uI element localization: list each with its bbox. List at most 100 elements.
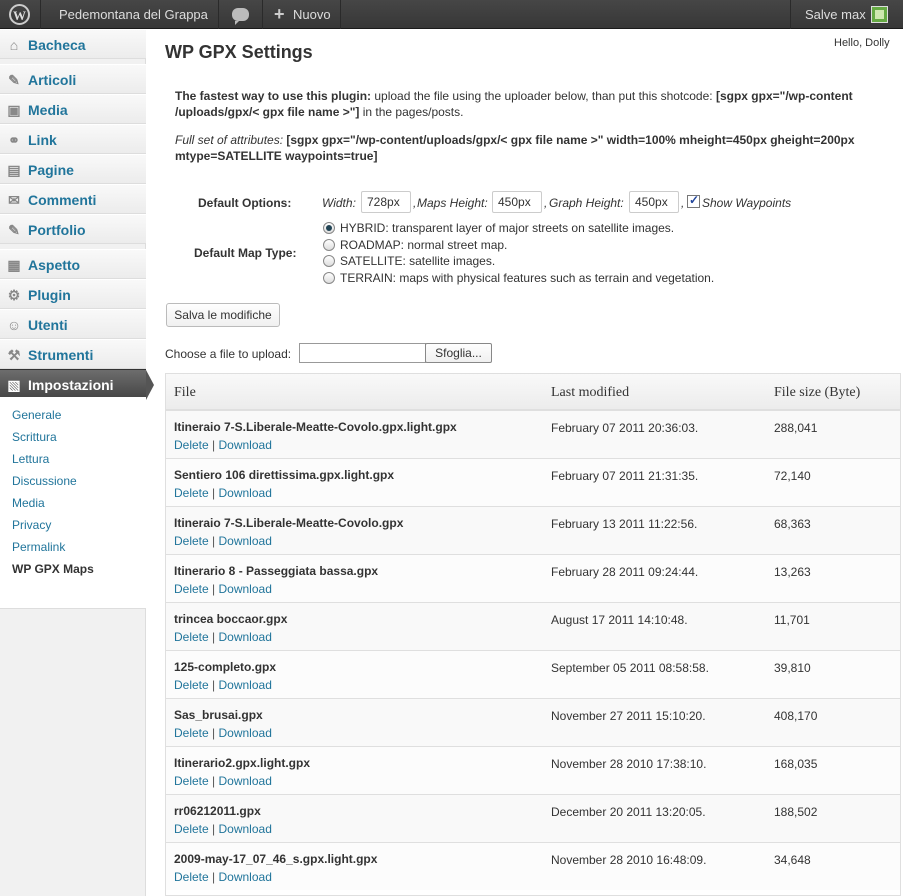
column-header-file-size[interactable]: File size (Byte) bbox=[774, 385, 860, 401]
comments-icon[interactable] bbox=[232, 8, 249, 25]
file-size: 168,035 bbox=[774, 757, 818, 771]
row-actions: Delete | Download bbox=[174, 486, 272, 500]
download-link[interactable]: Download bbox=[219, 774, 272, 788]
action-separator: | bbox=[212, 774, 216, 788]
admin-bar-divider bbox=[262, 0, 263, 29]
full-set-label: Full set of attributes: bbox=[175, 133, 284, 147]
delete-link[interactable]: Delete bbox=[174, 582, 209, 596]
page-title: WP GPX Settings bbox=[165, 42, 313, 62]
files-table: File Last modified File size (Byte) Itin… bbox=[165, 373, 901, 896]
row-actions: Delete | Download bbox=[174, 534, 272, 548]
sidebar-item-pagine[interactable]: ▤ Pagine bbox=[0, 154, 146, 184]
column-header-last-modified[interactable]: Last modified bbox=[551, 385, 629, 401]
sidebar-item-bacheca[interactable]: ⌂ Bacheca bbox=[0, 29, 146, 59]
sidebar-item-utenti[interactable]: ☺ Utenti bbox=[0, 309, 146, 339]
wordpress-logo-icon[interactable]: W bbox=[9, 4, 30, 25]
delete-link[interactable]: Delete bbox=[174, 726, 209, 740]
submenu-wp-gpx-maps[interactable]: WP GPX Maps bbox=[12, 561, 94, 577]
file-name: Itinerario2.gpx.light.gpx bbox=[174, 756, 311, 770]
delete-link[interactable]: Delete bbox=[174, 438, 209, 452]
table-row: trincea boccaor.gpx Delete | Download Augu… bbox=[166, 602, 900, 650]
submenu-privacy[interactable]: Privacy bbox=[12, 517, 51, 533]
download-link[interactable]: Download bbox=[219, 822, 272, 836]
sidebar-item-impostazioni[interactable]: ▧ Impostazioni bbox=[0, 369, 154, 400]
table-row: 2009-may-17_07_46_s.gpx.light.gpx Delete … bbox=[166, 842, 900, 890]
download-link[interactable]: Download bbox=[219, 438, 272, 452]
download-link[interactable]: Download bbox=[219, 870, 272, 884]
sidebar-item-strumenti[interactable]: ⚒ Strumenti bbox=[0, 339, 146, 369]
settings-icon: ▧ bbox=[7, 377, 21, 393]
comma-separator: , bbox=[413, 196, 417, 210]
pin-icon: ✎ bbox=[8, 222, 20, 238]
file-path-field[interactable] bbox=[299, 343, 426, 363]
download-link[interactable]: Download bbox=[219, 582, 272, 596]
delete-link[interactable]: Delete bbox=[174, 534, 209, 548]
delete-link[interactable]: Delete bbox=[174, 870, 209, 884]
show-waypoints-checkbox[interactable] bbox=[687, 193, 700, 208]
table-row: rr06212011.gpx Delete | Download December … bbox=[166, 794, 900, 842]
download-link[interactable]: Download bbox=[219, 534, 272, 548]
comment-icon: ✉ bbox=[8, 192, 20, 208]
maps-height-input[interactable] bbox=[492, 191, 542, 213]
file-name: 2009-may-17_07_46_s.gpx.light.gpx bbox=[174, 852, 378, 866]
table-row: Itineraio 7-S.Liberale-Meatte-Covolo.gpx… bbox=[166, 506, 900, 554]
download-link[interactable]: Download bbox=[219, 486, 272, 500]
radio-terrain[interactable] bbox=[323, 272, 335, 284]
graph-height-input[interactable] bbox=[629, 191, 679, 213]
sidebar-item-aspetto[interactable]: ▦ Aspetto bbox=[0, 249, 146, 279]
sidebar-item-label: Link bbox=[28, 132, 57, 148]
submenu-permalink[interactable]: Permalink bbox=[12, 539, 65, 555]
delete-link[interactable]: Delete bbox=[174, 774, 209, 788]
download-link[interactable]: Download bbox=[219, 726, 272, 740]
sidebar-item-link[interactable]: ⚭ Link bbox=[0, 124, 146, 154]
save-button[interactable]: Salva le modifiche bbox=[166, 303, 280, 327]
sidebar-item-label: Pagine bbox=[28, 162, 74, 178]
radio-satellite[interactable] bbox=[323, 255, 335, 267]
admin-bar-divider bbox=[218, 0, 219, 29]
comma-separator: , bbox=[544, 196, 548, 210]
new-content-link[interactable]: Nuovo bbox=[293, 0, 331, 29]
radio-hybrid[interactable] bbox=[323, 222, 335, 234]
admin-sidebar: ⌂ Bacheca ✎ Articoli ▣ Media ⚭ Link ▤ Pagine … bbox=[0, 29, 154, 896]
width-input[interactable] bbox=[361, 191, 411, 213]
action-separator: | bbox=[212, 534, 216, 548]
file-date: November 28 2010 16:48:09. bbox=[551, 853, 707, 867]
row-actions: Delete | Download bbox=[174, 438, 272, 452]
media-icon: ▣ bbox=[7, 102, 21, 118]
delete-link[interactable]: Delete bbox=[174, 822, 209, 836]
sidebar-item-portfolio[interactable]: ✎ Portfolio bbox=[0, 214, 146, 244]
file-name: Itinerario 8 - Passeggiata bassa.gpx bbox=[174, 564, 379, 578]
column-header-file[interactable]: File bbox=[174, 385, 196, 401]
users-icon: ☺ bbox=[6, 317, 22, 333]
avatar[interactable] bbox=[871, 6, 888, 23]
user-greeting-link[interactable]: Salve max bbox=[805, 0, 866, 29]
row-actions: Delete | Download bbox=[174, 630, 272, 644]
file-date: September 05 2011 08:58:58. bbox=[551, 661, 709, 675]
plus-icon[interactable]: + bbox=[274, 0, 285, 29]
submenu-lettura[interactable]: Lettura bbox=[12, 451, 49, 467]
delete-link[interactable]: Delete bbox=[174, 678, 209, 692]
sidebar-item-articoli[interactable]: ✎ Articoli bbox=[0, 64, 146, 94]
file-name: Sentiero 106 direttissima.gpx.light.gpx bbox=[174, 468, 395, 482]
delete-link[interactable]: Delete bbox=[174, 486, 209, 500]
submenu-generale[interactable]: Generale bbox=[12, 407, 61, 423]
delete-link[interactable]: Delete bbox=[174, 630, 209, 644]
sidebar-item-plugin[interactable]: ⚙ Plugin bbox=[0, 279, 146, 309]
submenu-media[interactable]: Media bbox=[12, 495, 45, 511]
site-name-link[interactable]: Pedemontana del Grappa bbox=[59, 0, 208, 29]
submenu-scrittura[interactable]: Scrittura bbox=[12, 429, 57, 445]
intro-bold: The fastest way to use this plugin: bbox=[175, 89, 372, 103]
download-link[interactable]: Download bbox=[219, 678, 272, 692]
browse-button[interactable]: Sfoglia... bbox=[425, 343, 492, 363]
submenu-discussione[interactable]: Discussione bbox=[12, 473, 77, 489]
sidebar-item-commenti[interactable]: ✉ Commenti bbox=[0, 184, 146, 214]
page-icon: ▤ bbox=[7, 162, 21, 178]
action-separator: | bbox=[212, 582, 216, 596]
file-name: Itineraio 7-S.Liberale-Meatte-Covolo.gpx bbox=[174, 516, 404, 530]
sidebar-item-media[interactable]: ▣ Media bbox=[0, 94, 146, 124]
action-separator: | bbox=[212, 726, 216, 740]
download-link[interactable]: Download bbox=[219, 630, 272, 644]
file-size: 34,648 bbox=[774, 853, 811, 867]
admin-bar: W Pedemontana del Grappa + Nuovo Salve m… bbox=[0, 0, 903, 29]
radio-roadmap[interactable] bbox=[323, 239, 335, 251]
